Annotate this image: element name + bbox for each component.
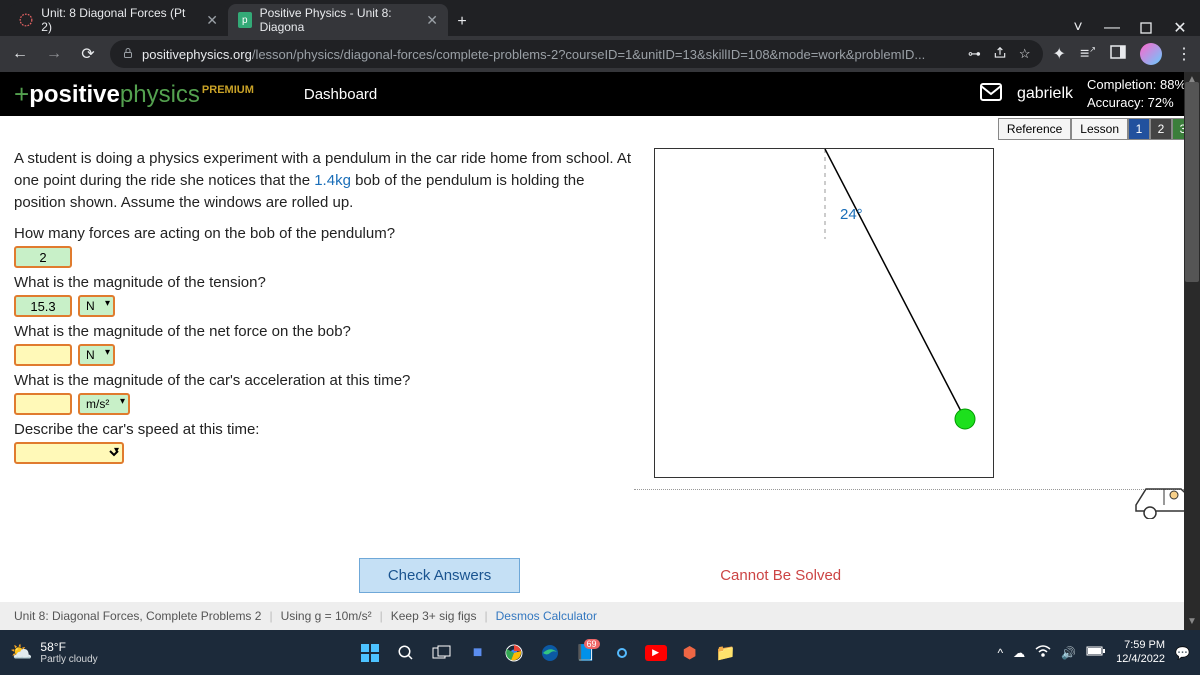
user-name[interactable]: gabrielk (1017, 85, 1073, 103)
footer-unit: Unit 8: Diagonal Forces, Complete Proble… (14, 609, 261, 623)
cloud-icon[interactable]: ☁ (1013, 646, 1025, 660)
explorer-icon[interactable]: 📁 (713, 640, 739, 666)
mail-icon[interactable] (979, 82, 1003, 107)
tab-active[interactable]: p Positive Physics - Unit 8: Diagona ✕ (228, 4, 448, 36)
app-header: +positivephysicsPREMIUM Dashboard gabrie… (0, 72, 1200, 116)
time-text: 7:59 PM (1116, 639, 1165, 652)
problem-intro: A student is doing a physics experiment … (14, 148, 634, 213)
maximize-icon[interactable] (1138, 20, 1154, 36)
chevron-down-icon[interactable]: ˅ (1070, 20, 1086, 36)
question-1: How many forces are acting on the bob of… (14, 225, 634, 242)
question-3: What is the magnitude of the net force o… (14, 323, 634, 340)
clock[interactable]: 7:59 PM 12/4/2022 (1116, 639, 1165, 665)
share-icon[interactable] (993, 46, 1007, 63)
close-window-icon[interactable]: ✕ (1172, 20, 1188, 36)
favicon-icon: p (238, 12, 252, 28)
question-5: Describe the car's speed at this time: (14, 421, 634, 438)
weather-cond: Partly cloudy (40, 654, 97, 665)
reload-button[interactable]: ⟳ (76, 42, 100, 66)
check-answers-button[interactable]: Check Answers (359, 558, 520, 593)
edge-icon[interactable] (537, 640, 563, 666)
weather-temp: 58°F (40, 640, 97, 654)
url-path: /lesson/physics/diagonal-forces/complete… (252, 47, 925, 62)
dashboard-link[interactable]: Dashboard (304, 86, 377, 103)
minimize-icon[interactable]: — (1104, 20, 1120, 36)
unit-2-select[interactable]: N (78, 295, 115, 317)
pendulum-diagram: 24° (654, 148, 994, 478)
reference-button[interactable]: Reference (998, 118, 1071, 140)
notifications-icon[interactable]: 💬 (1175, 646, 1190, 660)
chrome-icon[interactable] (501, 640, 527, 666)
vertical-scrollbar[interactable]: ▲ ▼ (1184, 72, 1200, 630)
desmos-link[interactable]: Desmos Calculator (496, 609, 597, 623)
start-icon[interactable] (357, 640, 383, 666)
volume-icon[interactable]: 🔊 (1061, 646, 1076, 660)
key-icon[interactable]: ⊶ (968, 46, 981, 62)
battery-icon[interactable] (1086, 645, 1106, 660)
accuracy-text: Accuracy: 72% (1087, 94, 1186, 112)
lesson-button[interactable]: Lesson (1071, 118, 1128, 140)
new-tab-button[interactable]: + (448, 8, 476, 36)
unit-3-select[interactable]: N (78, 344, 115, 366)
close-icon[interactable]: ✕ (426, 12, 438, 29)
weather-icon: ⛅ (10, 642, 32, 663)
footer-sigfigs: Keep 3+ sig figs (391, 609, 477, 623)
answer-1-input[interactable] (14, 246, 72, 268)
cannot-solve-button[interactable]: Cannot Be Solved (720, 567, 841, 584)
tab-inactive[interactable]: Unit: 8 Diagonal Forces (Pt 2) ✕ (8, 4, 228, 36)
question-2: What is the magnitude of the tension? (14, 274, 634, 291)
star-icon[interactable]: ☆ (1019, 46, 1031, 62)
answer-3-input[interactable] (14, 344, 72, 366)
weather-widget[interactable]: ⛅ 58°F Partly cloudy (10, 640, 98, 665)
close-icon[interactable]: ✕ (206, 12, 218, 29)
answer-2-input[interactable] (14, 295, 72, 317)
reading-list-icon[interactable]: ≡↗ (1080, 45, 1096, 63)
side-panel-icon[interactable] (1110, 45, 1126, 64)
youtube-icon[interactable]: ▶ (645, 645, 667, 661)
completion-text: Completion: 88% (1087, 76, 1186, 94)
camera-icon[interactable]: ■ (465, 640, 491, 666)
date-text: 12/4/2022 (1116, 653, 1165, 666)
url-host: positivephysics.org (142, 47, 252, 62)
favicon-icon (18, 12, 33, 28)
lock-icon (122, 47, 134, 62)
profile-avatar[interactable] (1140, 43, 1162, 65)
search-icon[interactable] (393, 640, 419, 666)
menu-icon[interactable]: ⋮ (1176, 44, 1192, 64)
angle-label: 24° (840, 206, 863, 223)
footer-gravity: Using g = 10m/s² (281, 609, 372, 623)
app-icon[interactable]: 📘69 (573, 640, 599, 666)
answer-4-input[interactable] (14, 393, 72, 415)
question-4: What is the magnitude of the car's accel… (14, 372, 634, 389)
scroll-down-icon[interactable]: ▼ (1184, 614, 1200, 630)
badge: 69 (584, 639, 600, 649)
wifi-icon[interactable] (1035, 645, 1051, 660)
cortana-icon[interactable] (609, 640, 635, 666)
forward-button[interactable]: → (42, 42, 66, 66)
problem-2-button[interactable]: 2 (1150, 118, 1172, 140)
extensions-icon[interactable]: ✦ (1053, 44, 1066, 64)
answer-5-select[interactable] (14, 442, 124, 464)
stats-block: Completion: 88% Accuracy: 72% (1087, 76, 1186, 112)
tab-title: Positive Physics - Unit 8: Diagona (260, 6, 413, 34)
chevron-up-icon[interactable]: ^ (998, 646, 1004, 660)
office-icon[interactable]: ⬢ (677, 640, 703, 666)
problem-1-button[interactable]: 1 (1128, 118, 1150, 140)
address-bar[interactable]: positivephysics.org/lesson/physics/diago… (110, 40, 1043, 68)
task-view-icon[interactable] (429, 640, 455, 666)
back-button[interactable]: ← (8, 42, 32, 66)
road-line (634, 489, 1200, 490)
logo[interactable]: +positivephysicsPREMIUM (14, 79, 254, 110)
scroll-thumb[interactable] (1185, 82, 1199, 282)
page-footer: Unit 8: Diagonal Forces, Complete Proble… (0, 602, 1200, 630)
unit-4-select[interactable]: m/s² (78, 393, 130, 415)
tab-title: Unit: 8 Diagonal Forces (Pt 2) (41, 6, 192, 34)
